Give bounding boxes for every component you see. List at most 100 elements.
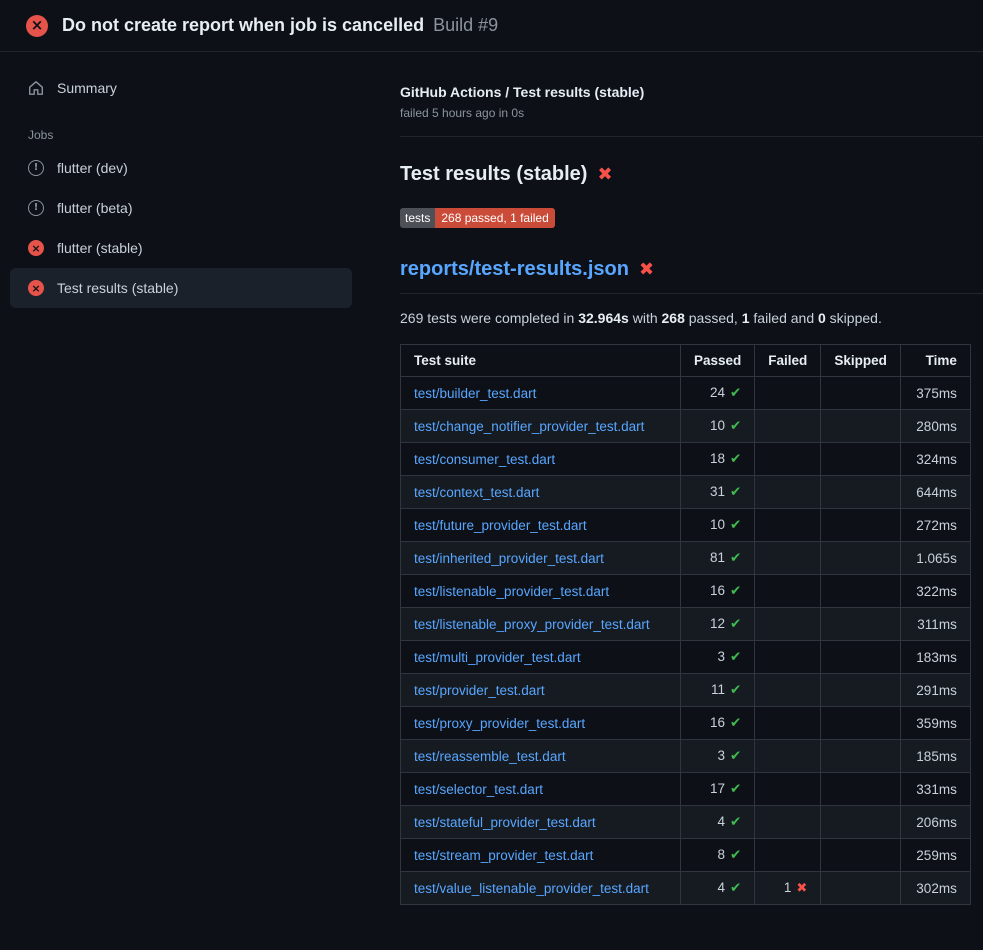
suite-link[interactable]: test/context_test.dart xyxy=(414,485,539,500)
failed-cell xyxy=(755,410,821,443)
summary-text: 269 tests were completed in 32.964s with… xyxy=(400,310,983,326)
exclamation-circle-icon: ! xyxy=(28,160,44,176)
suite-link[interactable]: test/selector_test.dart xyxy=(414,782,543,797)
table-row: test/listenable_proxy_provider_test.dart… xyxy=(401,608,971,641)
skipped-cell xyxy=(821,542,901,575)
section-title-text: Test results (stable) xyxy=(400,163,587,186)
job-label: Test results (stable) xyxy=(57,279,178,297)
sidebar-job-item[interactable]: × flutter (stable) xyxy=(10,228,352,268)
report-link[interactable]: reports/test-results.json xyxy=(400,258,629,281)
sidebar-item-summary[interactable]: Summary xyxy=(10,68,352,108)
sidebar-job-item[interactable]: × Test results (stable) xyxy=(10,268,352,308)
table-row: test/context_test.dart 31✔ 644ms xyxy=(401,476,971,509)
skipped-cell xyxy=(821,410,901,443)
failed-status-icon: × xyxy=(26,15,48,37)
skipped-cell xyxy=(821,707,901,740)
suite-link[interactable]: test/listenable_provider_test.dart xyxy=(414,584,609,599)
skipped-cell xyxy=(821,377,901,410)
suite-link[interactable]: test/consumer_test.dart xyxy=(414,452,555,467)
home-icon xyxy=(28,80,44,96)
suite-cell: test/context_test.dart xyxy=(401,476,681,509)
failed-cell xyxy=(755,443,821,476)
skipped-cell xyxy=(821,773,901,806)
job-label: flutter (stable) xyxy=(57,239,143,257)
failed-cell xyxy=(755,740,821,773)
check-icon: ✔ xyxy=(730,715,741,731)
sidebar-job-item[interactable]: ! flutter (dev) xyxy=(10,148,352,188)
failed-cross-icon: ✖ xyxy=(639,259,654,280)
failed-cell xyxy=(755,707,821,740)
table-row: test/builder_test.dart 24✔ 375ms xyxy=(401,377,971,410)
time-cell: 359ms xyxy=(900,707,970,740)
time-cell: 1.065s xyxy=(900,542,970,575)
x-circle-icon: × xyxy=(28,280,44,296)
failed-cell xyxy=(755,476,821,509)
failed-cell xyxy=(755,641,821,674)
passed-cell: 18✔ xyxy=(681,443,755,476)
table-row: test/selector_test.dart 17✔ 331ms xyxy=(401,773,971,806)
divider xyxy=(400,136,983,137)
suite-cell: test/value_listenable_provider_test.dart xyxy=(401,872,681,905)
passed-cell: 4✔ xyxy=(681,806,755,839)
suite-link[interactable]: test/future_provider_test.dart xyxy=(414,518,587,533)
exclamation-circle-icon: ! xyxy=(28,200,44,216)
skipped-cell xyxy=(821,839,901,872)
passed-cell: 12✔ xyxy=(681,608,755,641)
run-title-text: Do not create report when job is cancell… xyxy=(62,15,424,35)
suite-link[interactable]: test/stateful_provider_test.dart xyxy=(414,815,596,830)
suite-link[interactable]: test/inherited_provider_test.dart xyxy=(414,551,604,566)
badge-label: tests xyxy=(400,208,435,228)
job-label: flutter (dev) xyxy=(57,159,128,177)
results-table: Test suite Passed Failed Skipped Time te… xyxy=(400,344,971,905)
suite-link[interactable]: test/multi_provider_test.dart xyxy=(414,650,581,665)
skipped-cell xyxy=(821,476,901,509)
passed-cell: 4✔ xyxy=(681,872,755,905)
suite-link[interactable]: test/listenable_proxy_provider_test.dart xyxy=(414,617,650,632)
skipped-cell xyxy=(821,806,901,839)
table-row: test/proxy_provider_test.dart 16✔ 359ms xyxy=(401,707,971,740)
failed-cell xyxy=(755,542,821,575)
passed-cell: 16✔ xyxy=(681,575,755,608)
time-cell: 302ms xyxy=(900,872,970,905)
suite-link[interactable]: test/reassemble_test.dart xyxy=(414,749,566,764)
time-cell: 185ms xyxy=(900,740,970,773)
time-cell: 206ms xyxy=(900,806,970,839)
check-icon: ✔ xyxy=(730,583,741,599)
sidebar-job-item[interactable]: ! flutter (beta) xyxy=(10,188,352,228)
table-row: test/listenable_provider_test.dart 16✔ 3… xyxy=(401,575,971,608)
check-icon: ✔ xyxy=(730,616,741,632)
table-row: test/multi_provider_test.dart 3✔ 183ms xyxy=(401,641,971,674)
suite-cell: test/multi_provider_test.dart xyxy=(401,641,681,674)
failed-cell xyxy=(755,575,821,608)
table-row: test/change_notifier_provider_test.dart … xyxy=(401,410,971,443)
check-icon: ✔ xyxy=(730,418,741,434)
suite-link[interactable]: test/provider_test.dart xyxy=(414,683,545,698)
passed-cell: 3✔ xyxy=(681,641,755,674)
time-cell: 644ms xyxy=(900,476,970,509)
suite-link[interactable]: test/proxy_provider_test.dart xyxy=(414,716,585,731)
status-line: failed 5 hours ago in 0s xyxy=(400,106,983,120)
check-icon: ✔ xyxy=(730,649,741,665)
time-cell: 291ms xyxy=(900,674,970,707)
jobs-section-label: Jobs xyxy=(28,128,352,142)
suite-link[interactable]: test/builder_test.dart xyxy=(414,386,536,401)
results-table-body: test/builder_test.dart 24✔ 375ms test/ch… xyxy=(401,377,971,905)
failed-cell xyxy=(755,377,821,410)
suite-link[interactable]: test/stream_provider_test.dart xyxy=(414,848,593,863)
suite-link[interactable]: test/value_listenable_provider_test.dart xyxy=(414,881,649,896)
time-cell: 322ms xyxy=(900,575,970,608)
skipped-cell xyxy=(821,509,901,542)
check-icon: ✔ xyxy=(730,682,741,698)
time-cell: 324ms xyxy=(900,443,970,476)
passed-cell: 81✔ xyxy=(681,542,755,575)
check-icon: ✔ xyxy=(730,781,741,797)
column-header-test-suite: Test suite xyxy=(401,345,681,377)
section-title: Test results (stable) ✖ xyxy=(400,163,983,186)
suite-cell: test/future_provider_test.dart xyxy=(401,509,681,542)
suite-link[interactable]: test/change_notifier_provider_test.dart xyxy=(414,419,644,434)
suite-cell: test/stream_provider_test.dart xyxy=(401,839,681,872)
column-header-skipped: Skipped xyxy=(821,345,901,377)
page-layout: Summary Jobs ! flutter (dev) ! flutter (… xyxy=(0,52,983,925)
time-cell: 183ms xyxy=(900,641,970,674)
breadcrumb: GitHub Actions / Test results (stable) xyxy=(400,84,983,100)
